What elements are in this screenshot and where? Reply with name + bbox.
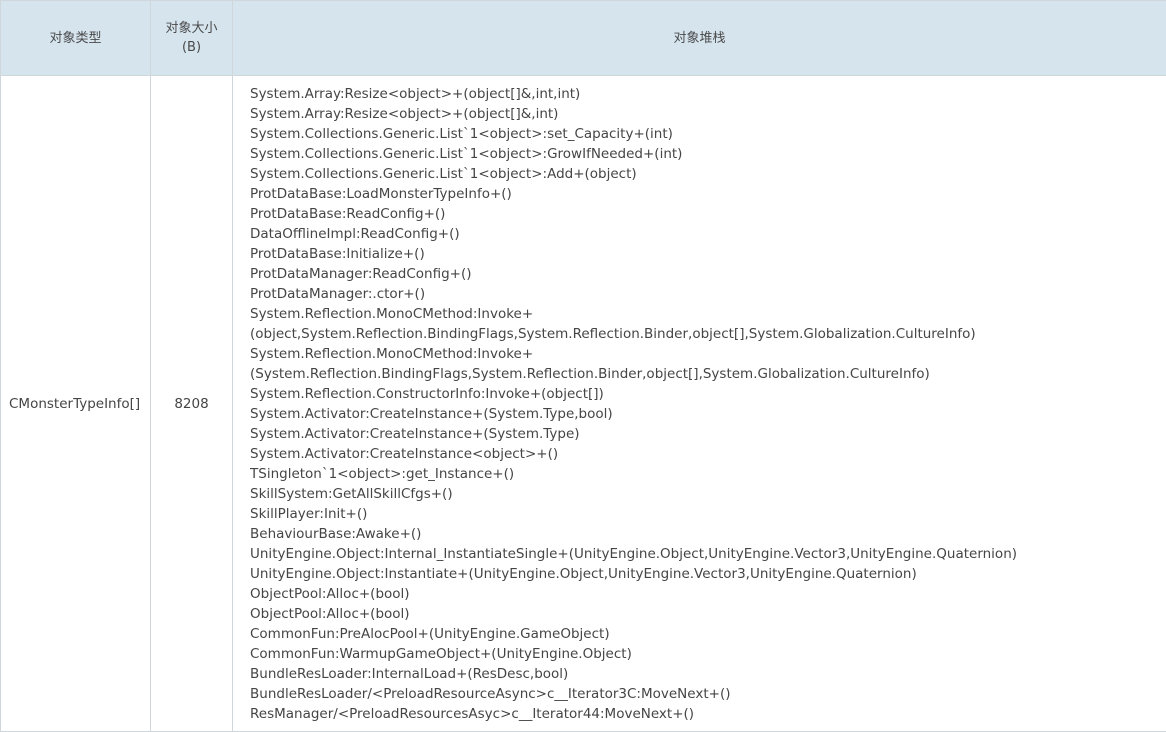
stack-frame: ProtDataBase:Initialize+() bbox=[250, 244, 1166, 264]
stack-frame: System.Reflection.ConstructorInfo:Invoke… bbox=[250, 384, 1166, 404]
stack-frame: System.Activator:CreateInstance+(System.… bbox=[250, 404, 1166, 424]
column-header-size-label: 对象大小 bbox=[165, 21, 217, 36]
object-size-cell: 8208 bbox=[151, 76, 233, 732]
stack-frame: System.Reflection.MonoCMethod:Invoke+ bbox=[250, 344, 1166, 364]
stack-frame: System.Collections.Generic.List`1<object… bbox=[250, 124, 1166, 144]
column-header-stack-label: 对象堆栈 bbox=[673, 31, 725, 46]
stack-frame: ProtDataManager:.ctor+() bbox=[250, 284, 1166, 304]
stack-frame: System.Collections.Generic.List`1<object… bbox=[250, 164, 1166, 184]
header-row: 对象类型 对象大小 (B) 对象堆栈 bbox=[1, 1, 1166, 76]
stack-frame: (object,System.Reflection.BindingFlags,S… bbox=[250, 324, 1166, 344]
stack-frame: System.Activator:CreateInstance+(System.… bbox=[250, 424, 1166, 444]
stack-frame: System.Array:Resize<object>+(object[]&,i… bbox=[250, 84, 1166, 104]
stack-frame: ResManager/<PreloadResourcesAsyc>c__Iter… bbox=[250, 704, 1166, 724]
stack-frame: ObjectPool:Alloc+(bool) bbox=[250, 584, 1166, 604]
stack-frame: ObjectPool:Alloc+(bool) bbox=[250, 604, 1166, 624]
stack-frame: DataOfflineImpl:ReadConfig+() bbox=[250, 224, 1166, 244]
stack-frame: CommonFun:WarmupGameObject+(UnityEngine.… bbox=[250, 644, 1166, 664]
column-header-size-unit: (B) bbox=[182, 40, 201, 55]
stack-frame: UnityEngine.Object:Instantiate+(UnityEng… bbox=[250, 564, 1166, 584]
stack-trace-list: System.Array:Resize<object>+(object[]&,i… bbox=[250, 84, 1166, 724]
stack-frame: System.Reflection.MonoCMethod:Invoke+ bbox=[250, 304, 1166, 324]
stack-frame: System.Array:Resize<object>+(object[]&,i… bbox=[250, 104, 1166, 124]
table-body: CMonsterTypeInfo[] 8208 System.Array:Res… bbox=[1, 76, 1166, 732]
stack-frame: ProtDataBase:LoadMonsterTypeInfo+() bbox=[250, 184, 1166, 204]
table-row: CMonsterTypeInfo[] 8208 System.Array:Res… bbox=[1, 76, 1166, 732]
object-type-cell: CMonsterTypeInfo[] bbox=[1, 76, 151, 732]
column-header-stack: 对象堆栈 bbox=[233, 1, 1166, 76]
stack-frame: BundleResLoader:InternalLoad+(ResDesc,bo… bbox=[250, 664, 1166, 684]
stack-frame: System.Collections.Generic.List`1<object… bbox=[250, 144, 1166, 164]
stack-frame: BundleResLoader/<PreloadResourceAsync>c_… bbox=[250, 684, 1166, 704]
stack-frame: TSingleton`1<object>:get_Instance+() bbox=[250, 464, 1166, 484]
stack-frame: ProtDataManager:ReadConfig+() bbox=[250, 264, 1166, 284]
stack-frame: SkillSystem:GetAllSkillCfgs+() bbox=[250, 484, 1166, 504]
stack-frame: UnityEngine.Object:Internal_InstantiateS… bbox=[250, 544, 1166, 564]
stack-frame: ProtDataBase:ReadConfig+() bbox=[250, 204, 1166, 224]
object-stack-cell: System.Array:Resize<object>+(object[]&,i… bbox=[233, 76, 1166, 732]
table-header: 对象类型 对象大小 (B) 对象堆栈 bbox=[1, 1, 1166, 76]
stack-frame: BehaviourBase:Awake+() bbox=[250, 524, 1166, 544]
column-header-type-label: 对象类型 bbox=[49, 31, 101, 46]
stack-frame: SkillPlayer:Init+() bbox=[250, 504, 1166, 524]
stack-frame: (System.Reflection.BindingFlags,System.R… bbox=[250, 364, 1166, 384]
stack-frame: CommonFun:PreAlocPool+(UnityEngine.GameO… bbox=[250, 624, 1166, 644]
column-header-type: 对象类型 bbox=[1, 1, 151, 76]
stack-frame: System.Activator:CreateInstance<object>+… bbox=[250, 444, 1166, 464]
memory-object-table: 对象类型 对象大小 (B) 对象堆栈 CMonsterTypeInfo[] 82… bbox=[0, 0, 1166, 732]
column-header-size: 对象大小 (B) bbox=[151, 1, 233, 76]
